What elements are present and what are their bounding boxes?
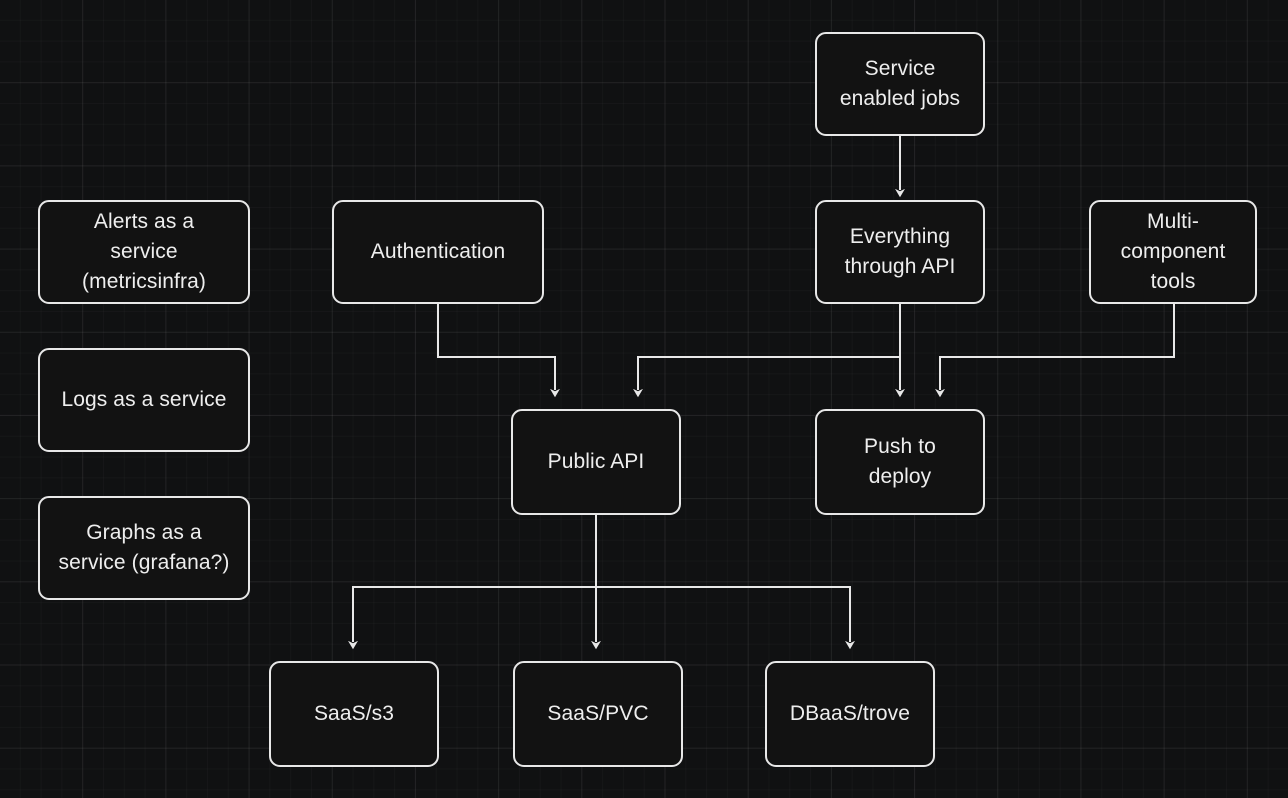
node-graphs-as-a-service[interactable]: Graphs as a service (grafana?)	[38, 496, 250, 600]
node-push-to-deploy[interactable]: Push to deploy	[815, 409, 985, 515]
edge-public-api-to-saas-s3	[348, 515, 597, 650]
diagram-canvas: Alerts as a service (metricsinfra) Logs a…	[0, 0, 1288, 798]
node-multi-component-tools[interactable]: Multi- component tools	[1089, 200, 1257, 304]
node-label: Public API	[547, 449, 645, 473]
node-public-api[interactable]: Public API	[511, 409, 681, 515]
node-everything-through-api[interactable]: Everything through API	[815, 200, 985, 304]
node-label: Multi- component tools	[1120, 209, 1226, 293]
node-label: Everything through API	[844, 224, 956, 278]
edge-multi-component-tools-to-push-to-deploy	[935, 304, 1175, 398]
node-label: Authentication	[370, 239, 506, 263]
edge-public-api-to-dbaas-trove	[595, 515, 855, 650]
node-service-enabled-jobs[interactable]: Service enabled jobs	[815, 32, 985, 136]
node-label: SaaS/s3	[313, 701, 395, 725]
node-label: Alerts as a service (metricsinfra)	[82, 209, 206, 293]
node-dbaas-trove[interactable]: DBaaS/trove	[765, 661, 935, 767]
node-saas-s3[interactable]: SaaS/s3	[269, 661, 439, 767]
node-label: Push to deploy	[864, 434, 936, 488]
node-label: SaaS/PVC	[547, 701, 649, 725]
edge-authentication-to-public-api	[437, 304, 560, 398]
node-logs-as-a-service[interactable]: Logs as a service	[38, 348, 250, 452]
node-label: DBaaS/trove	[789, 701, 911, 725]
node-alerts-as-a-service[interactable]: Alerts as a service (metricsinfra)	[38, 200, 250, 304]
node-saas-pvc[interactable]: SaaS/PVC	[513, 661, 683, 767]
node-authentication[interactable]: Authentication	[332, 200, 544, 304]
node-label: Graphs as a service (grafana?)	[58, 520, 230, 574]
edge-everything-through-api-to-public-api	[633, 304, 901, 398]
node-label: Logs as a service	[61, 387, 227, 411]
node-label: Service enabled jobs	[839, 56, 961, 110]
